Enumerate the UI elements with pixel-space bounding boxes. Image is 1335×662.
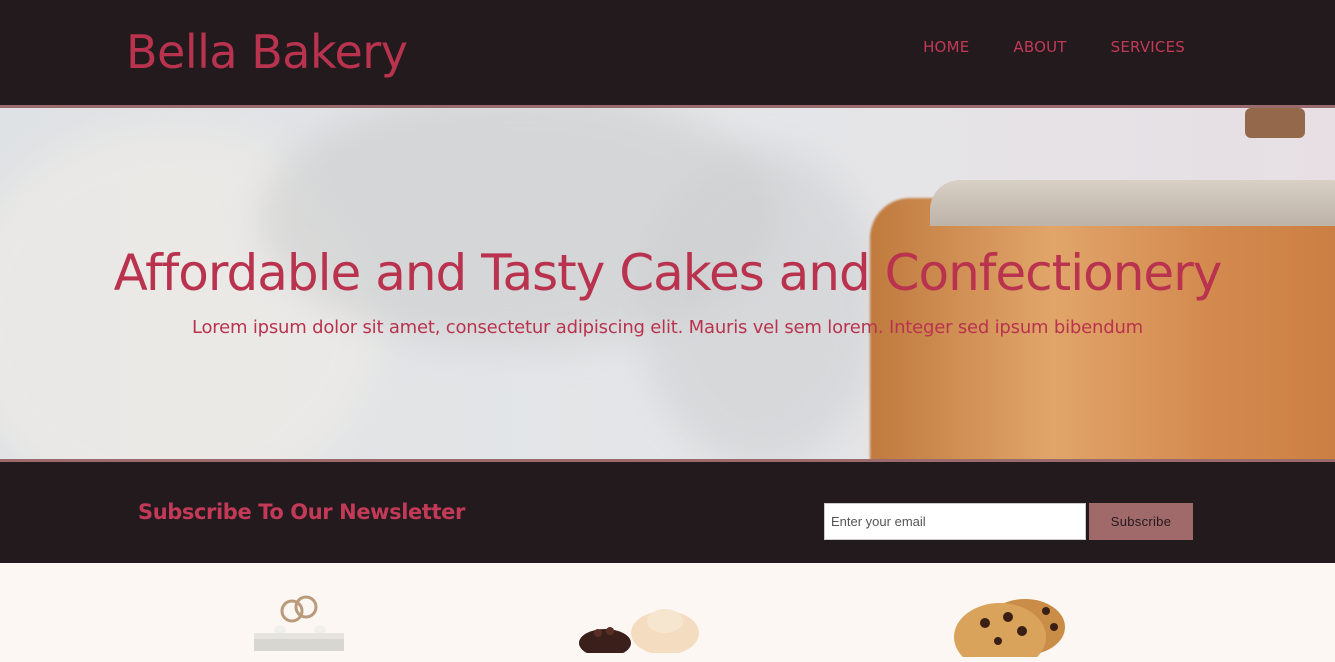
site-header: Bella Bakery HOME ABOUT SERVICES [0, 0, 1335, 108]
site-logo[interactable]: Bella Bakery [126, 24, 408, 80]
hero-subtitle: Lorem ipsum dolor sit amet, consectetur … [191, 317, 1144, 338]
main-nav: HOME ABOUT SERVICES [923, 38, 1185, 56]
nav-about-link[interactable]: ABOUT [1013, 38, 1066, 56]
subscribe-button[interactable]: Subscribe [1089, 503, 1193, 540]
hero-background-blur [640, 148, 880, 459]
hero-banner: Affordable and Tasty Cakes and Confectio… [0, 108, 1335, 462]
cake-topper-image [1245, 108, 1305, 138]
wedding-cake-icon[interactable] [250, 591, 350, 662]
cookies-icon[interactable] [950, 597, 1080, 662]
products-section [0, 563, 1335, 662]
email-input[interactable] [824, 503, 1086, 540]
nav-home-link[interactable]: HOME [923, 38, 969, 56]
newsletter-title: Subscribe To Our Newsletter [138, 500, 465, 524]
hero-title: Affordable and Tasty Cakes and Confectio… [113, 244, 1223, 302]
newsletter-section: Subscribe To Our Newsletter Subscribe [0, 462, 1335, 563]
nav-services-link[interactable]: SERVICES [1111, 38, 1185, 56]
hero-cake-top-image [930, 180, 1335, 226]
